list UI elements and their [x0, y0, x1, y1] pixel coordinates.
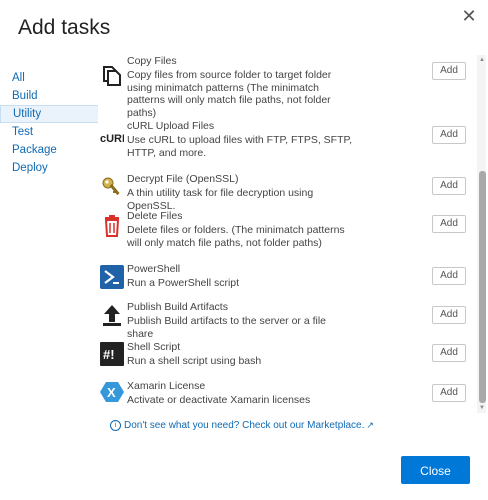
sidebar-item-test[interactable]: Test — [0, 123, 98, 141]
close-button[interactable]: Close — [401, 456, 470, 484]
add-xamarin-license-button[interactable]: Add — [432, 384, 466, 402]
add-copy-files-button[interactable]: Add — [432, 62, 466, 80]
task-name: Shell Script — [127, 341, 181, 353]
task-list: Copy Files Copy files from source folder… — [98, 55, 476, 413]
task-name: Publish Build Artifacts — [127, 301, 228, 313]
curl-icon: cURL — [100, 125, 124, 149]
sidebar-item-deploy[interactable]: Deploy — [0, 159, 98, 177]
scrollbar-thumb[interactable] — [479, 171, 486, 403]
add-delete-files-button[interactable]: Add — [432, 215, 466, 233]
upload-arrow-icon — [100, 303, 124, 327]
scroll-down-icon[interactable]: ▼ — [478, 405, 486, 411]
task-description: Run a shell script using bash — [127, 355, 262, 367]
add-publish-artifacts-button[interactable]: Add — [432, 306, 466, 324]
external-link-icon: ↗ — [366, 420, 374, 431]
task-description: A thin utility task for file decryption … — [127, 187, 314, 212]
task-description: Activate or deactivate Xamarin licenses — [127, 394, 311, 406]
svg-text:X: X — [107, 385, 116, 400]
add-powershell-button[interactable]: Add — [432, 267, 466, 285]
task-description: Publish Build artifacts to the server or… — [127, 315, 327, 340]
add-curl-upload-button[interactable]: Add — [432, 126, 466, 144]
task-description: Copy files from source folder to target … — [127, 69, 332, 119]
sidebar-item-build[interactable]: Build — [0, 87, 98, 105]
marketplace-link[interactable]: i Don't see what you need? Check out our … — [110, 420, 374, 431]
add-decrypt-file-button[interactable]: Add — [432, 177, 466, 195]
powershell-icon — [100, 265, 124, 289]
sidebar-item-utility[interactable]: Utility — [0, 105, 98, 123]
dialog-title: Add tasks — [18, 16, 111, 39]
svg-text:#!: #! — [103, 347, 115, 362]
task-name: Delete Files — [127, 210, 183, 222]
sidebar-item-package[interactable]: Package — [0, 141, 98, 159]
sidebar-item-all[interactable]: All — [0, 69, 98, 87]
copy-files-icon — [100, 63, 124, 87]
task-description: Use cURL to upload files with FTP, FTPS,… — [127, 134, 353, 159]
close-icon[interactable]: ✕ — [458, 5, 480, 27]
task-description: Delete files or folders. (The minimatch … — [127, 224, 345, 249]
svg-text:cURL: cURL — [100, 133, 124, 145]
task-name: Decrypt File (OpenSSL) — [127, 173, 239, 185]
task-name: cURL Upload Files — [127, 120, 215, 132]
info-icon: i — [110, 420, 121, 431]
decrypt-key-icon — [100, 175, 124, 199]
marketplace-link-label[interactable]: Don't see what you need? Check out our M… — [124, 420, 364, 431]
task-description: Run a PowerShell script — [127, 277, 240, 289]
task-name: Xamarin License — [127, 380, 206, 392]
shell-script-icon: #! — [100, 342, 124, 366]
add-tasks-dialog: Add tasks ✕ All Build Utility Test Packa… — [0, 0, 488, 500]
scroll-up-icon[interactable]: ▲ — [478, 57, 486, 63]
xamarin-icon: X — [100, 380, 124, 404]
task-name: Copy Files — [127, 55, 177, 67]
category-sidebar: All Build Utility Test Package Deploy — [0, 69, 98, 177]
task-name: PowerShell — [127, 263, 181, 275]
add-shell-script-button[interactable]: Add — [432, 344, 466, 362]
trash-icon — [100, 214, 124, 238]
